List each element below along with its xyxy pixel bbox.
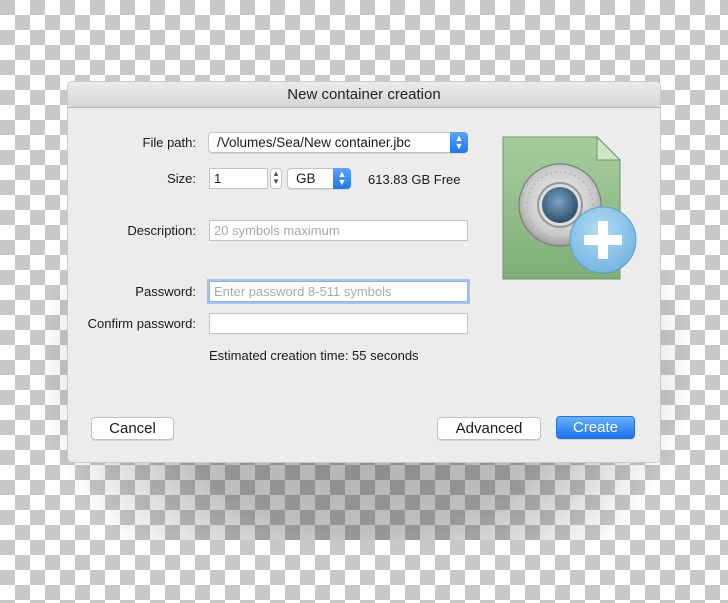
file-path-label: File path: — [142, 135, 196, 150]
size-unit-value: GB — [296, 171, 316, 186]
encrypted-container-add-icon — [502, 132, 642, 282]
new-container-dialog: New container creation File path: /Volum… — [67, 81, 661, 463]
size-stepper[interactable]: ▲ ▼ — [270, 168, 282, 189]
description-label: Description: — [127, 223, 196, 238]
description-input[interactable]: 20 symbols maximum — [209, 220, 468, 241]
size-input[interactable]: 1 — [209, 168, 268, 189]
cancel-button[interactable]: Cancel — [91, 417, 174, 440]
file-path-popup[interactable]: /Volumes/Sea/New container.jbc ▲ ▼ — [208, 132, 468, 153]
password-input[interactable]: Enter password 8-511 symbols — [209, 281, 468, 302]
confirm-password-input[interactable] — [209, 313, 468, 334]
dialog-title: New container creation — [68, 82, 660, 108]
popup-arrows-icon: ▲ ▼ — [450, 132, 468, 153]
advanced-button[interactable]: Advanced — [437, 417, 541, 440]
create-button[interactable]: Create — [556, 416, 635, 439]
password-label: Password: — [135, 284, 196, 299]
size-unit-popup[interactable]: GB ▲ ▼ — [287, 168, 351, 189]
popup-arrows-icon: ▲ ▼ — [333, 168, 351, 189]
size-label: Size: — [167, 171, 196, 186]
confirm-password-label: Confirm password: — [87, 316, 196, 331]
estimated-time-text: Estimated creation time: 55 seconds — [209, 348, 419, 363]
free-space-text: 613.83 GB Free — [368, 172, 461, 187]
file-path-value: /Volumes/Sea/New container.jbc — [217, 135, 411, 150]
